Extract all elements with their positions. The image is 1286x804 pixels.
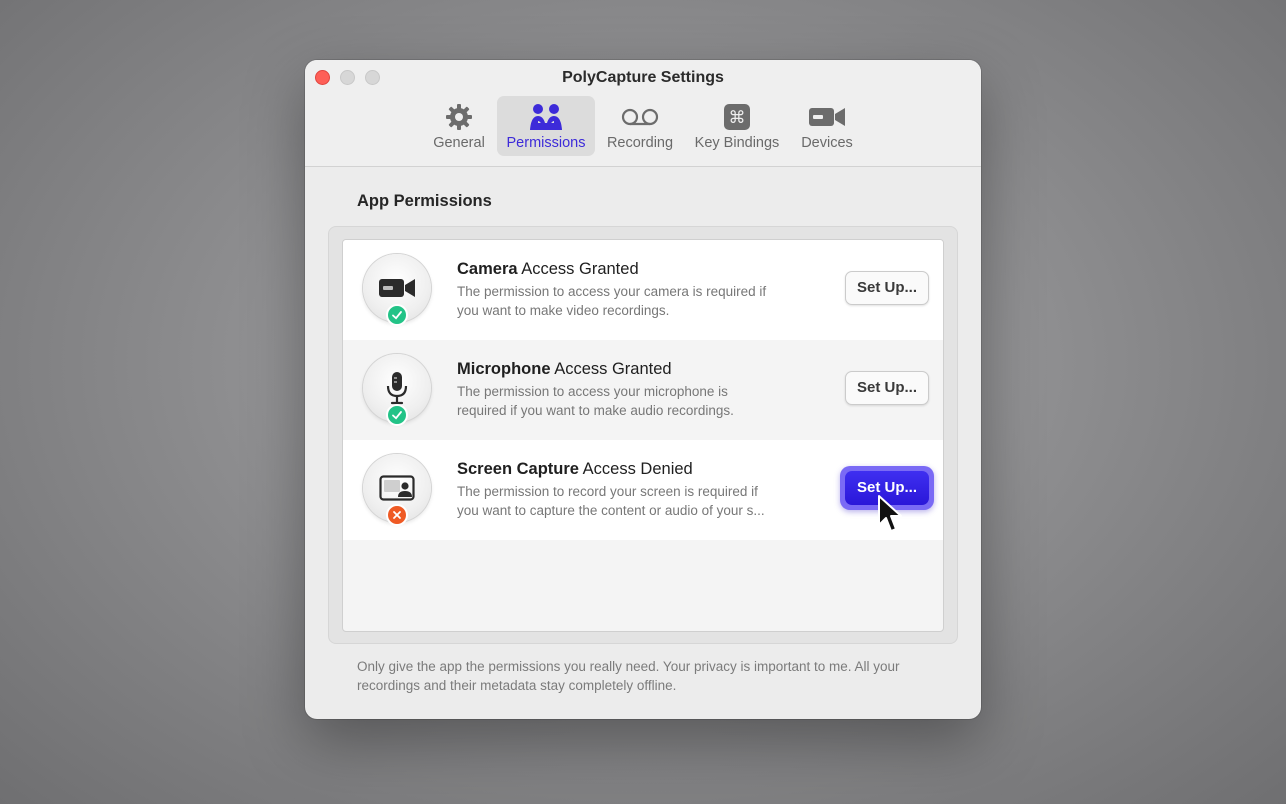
- video-camera-icon: [379, 279, 415, 297]
- settings-window: PolyCapture Settings General Permissions…: [305, 60, 981, 719]
- title-bar: PolyCapture Settings General Permissions…: [305, 60, 981, 167]
- permissions-list: Camera Access Granted The permission to …: [342, 239, 944, 632]
- permission-row-screen-capture: Screen Capture Access Denied The permiss…: [343, 440, 943, 540]
- checkmark-icon: [392, 311, 402, 320]
- permission-title: Microphone Access Granted: [457, 360, 672, 379]
- tab-recording-label: Recording: [606, 135, 674, 151]
- checkmark-icon: [392, 411, 402, 420]
- permission-name: Microphone: [457, 360, 551, 378]
- tab-key-bindings[interactable]: ⌘ Key Bindings: [689, 96, 785, 156]
- permission-row-camera: Camera Access Granted The permission to …: [343, 240, 943, 340]
- description-line: you want to make video recordings.: [457, 302, 670, 318]
- permission-name: Camera: [457, 260, 518, 278]
- section-title: App Permissions: [357, 192, 492, 210]
- tab-devices-label: Devices: [801, 135, 853, 151]
- mouse-pointer-icon: [878, 495, 902, 532]
- permission-row-microphone: Microphone Access Granted The permission…: [343, 340, 943, 440]
- x-icon: [393, 511, 401, 519]
- denied-x-badge: [386, 504, 408, 526]
- tab-key-bindings-label: Key Bindings: [694, 135, 780, 151]
- permission-status: Access Granted: [554, 360, 672, 378]
- description-line: you want to capture the content or audio…: [457, 502, 765, 518]
- tab-permissions[interactable]: Permissions: [497, 96, 595, 156]
- tab-recording[interactable]: Recording: [601, 96, 679, 156]
- permission-description: The permission to access your camera is …: [457, 283, 797, 320]
- privacy-footnote: Only give the app the permissions you re…: [357, 659, 900, 693]
- tab-general-label: General: [433, 135, 485, 151]
- gear-icon: [446, 104, 472, 130]
- permission-description: The permission to record your screen is …: [457, 483, 797, 520]
- permissions-group: Camera Access Granted The permission to …: [328, 226, 958, 644]
- permission-title: Camera Access Granted: [457, 260, 639, 279]
- screen-share-icon: [379, 475, 415, 501]
- microphone-icon: [386, 372, 408, 405]
- permission-description: The permission to access your microphone…: [457, 383, 797, 420]
- toolbar-tabs: General Permissions Recording ⌘ Key Bind…: [305, 96, 981, 156]
- voicemail-icon: [621, 108, 659, 126]
- description-line: The permission to record your screen is …: [457, 484, 758, 499]
- permission-title: Screen Capture Access Denied: [457, 460, 693, 479]
- tab-devices[interactable]: Devices: [795, 96, 859, 156]
- granted-check-badge: [386, 304, 408, 326]
- command-key-icon: ⌘: [724, 104, 750, 130]
- microphone-setup-button[interactable]: Set Up...: [845, 371, 929, 405]
- description-line: required if you want to make audio recor…: [457, 402, 734, 418]
- description-line: The permission to access your microphone…: [457, 384, 728, 399]
- description-line: The permission to access your camera is …: [457, 284, 767, 299]
- permission-name: Screen Capture: [457, 460, 579, 478]
- tab-general[interactable]: General: [428, 96, 490, 156]
- window-title: PolyCapture Settings: [562, 69, 724, 86]
- granted-check-badge: [386, 404, 408, 426]
- svg-text:⌘: ⌘: [729, 108, 746, 128]
- tab-permissions-label: Permissions: [506, 135, 586, 151]
- permission-status: Access Granted: [521, 260, 639, 278]
- people-icon: [530, 104, 562, 130]
- permission-status: Access Denied: [582, 460, 693, 478]
- camera-setup-button[interactable]: Set Up...: [845, 271, 929, 305]
- video-camera-icon: [809, 108, 845, 126]
